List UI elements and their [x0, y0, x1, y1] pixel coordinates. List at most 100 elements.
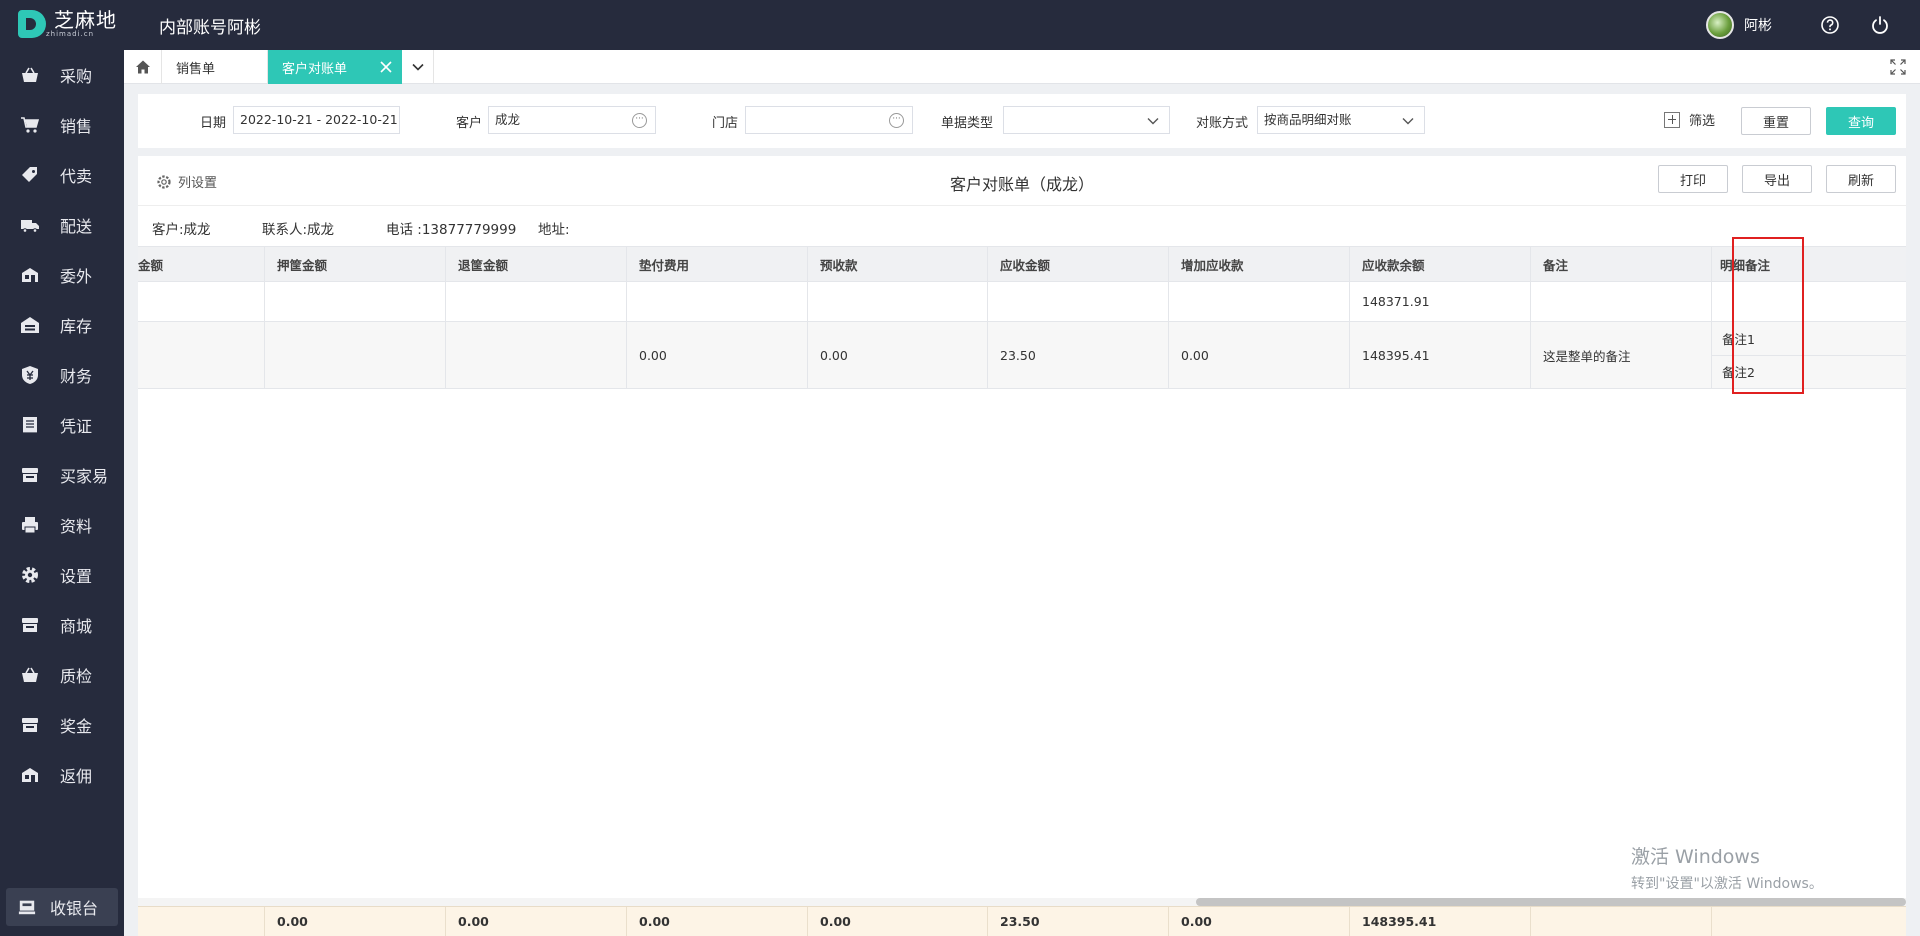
more-icon[interactable]: ··· [632, 113, 647, 128]
cashier-button[interactable]: 收银台 [6, 888, 118, 926]
sidebar-item-label: 配送 [60, 217, 93, 236]
customer-label: 客户 [456, 116, 483, 131]
table-row[interactable]: 0.00 0.00 23.50 0.00 148395.41 这是整单的备注 备… [138, 322, 1906, 389]
refresh-button[interactable]: 刷新 [1826, 165, 1896, 193]
col-receivable[interactable]: 应收金额 [988, 247, 1169, 281]
col-balance[interactable]: 应收款余额 [1350, 247, 1531, 281]
sidebar-item-voucher[interactable]: 凭证 [0, 400, 124, 450]
col-remark[interactable]: 备注 [1531, 247, 1712, 281]
print-button[interactable]: 打印 [1658, 165, 1728, 193]
close-icon[interactable] [378, 59, 394, 75]
sidebar-item-finance[interactable]: 财务 [0, 350, 124, 400]
date-label: 日期 [200, 116, 227, 131]
filter-toggle[interactable]: 筛选 [1664, 110, 1715, 129]
col-prepaid[interactable]: 预收款 [808, 247, 988, 281]
warehouse-icon [21, 317, 39, 333]
recon-label: 对账方式 [1196, 116, 1249, 131]
total-cell: 0.00 [265, 907, 446, 936]
watermark-line2: 转到"设置"以激活 Windows。 [1631, 876, 1823, 892]
total-cell: 23.50 [988, 907, 1169, 936]
reset-button[interactable]: 重置 [1741, 107, 1811, 135]
scrollbar-thumb[interactable] [1196, 898, 1906, 906]
export-button[interactable]: 导出 [1742, 165, 1812, 193]
printer-icon [22, 517, 38, 534]
plus-icon [1664, 111, 1680, 128]
tabs-dropdown[interactable] [402, 50, 434, 84]
chevron-down-icon [1147, 118, 1159, 125]
table-cell [446, 282, 627, 321]
more-icon[interactable]: ··· [889, 113, 904, 128]
power-icon[interactable] [1870, 15, 1890, 35]
tab-customer-statement[interactable]: 客户对账单 [268, 50, 402, 84]
sidebar-item-purchase[interactable]: 采购 [0, 50, 124, 100]
user-name[interactable]: 阿彬 [1744, 15, 1772, 35]
sidebar-item-label: 买家易 [60, 467, 109, 486]
total-cell: 0.00 [446, 907, 627, 936]
table-cell: 0.00 [627, 322, 808, 388]
total-cell: 0.00 [1169, 907, 1350, 936]
app-title: 内部账号阿彬 [159, 18, 261, 38]
col-added-receivable[interactable]: 增加应收款 [1169, 247, 1350, 281]
windows-activation-watermark: 激活 Windows 转到"设置"以激活 Windows。 [1631, 842, 1823, 893]
customer-input[interactable]: 成龙 ··· [488, 106, 656, 134]
sidebar-item-label: 设置 [60, 567, 93, 586]
avatar[interactable] [1706, 11, 1734, 39]
basket-icon [22, 67, 38, 82]
gear-icon [22, 567, 38, 583]
tab-bar: 销售单 客户对账单 [124, 50, 1920, 84]
shop-icon [22, 718, 38, 732]
table-row[interactable]: 148371.91 [138, 282, 1906, 322]
sidebar-item-buyer[interactable]: 买家易 [0, 450, 124, 500]
sidebar-item-inventory[interactable]: 库存 [0, 300, 124, 350]
col-crate-deposit[interactable]: 押筐金额 [265, 247, 446, 281]
col-crate-return[interactable]: 退筐金额 [446, 247, 627, 281]
help-icon[interactable] [1820, 15, 1840, 35]
sidebar-item-quality[interactable]: 质检 [0, 650, 124, 700]
info-phone: 电话 :13877779999 [386, 222, 517, 238]
table-cell [446, 322, 627, 388]
sidebar-item-consign[interactable]: 代卖 [0, 150, 124, 200]
doc-type-select[interactable] [1003, 106, 1170, 134]
store-label: 门店 [712, 116, 739, 131]
col-amount[interactable]: 金额 [126, 247, 265, 281]
chevron-down-icon [411, 63, 424, 71]
total-cell: 0.00 [808, 907, 988, 936]
col-advance-fee[interactable]: 垫付费用 [627, 247, 808, 281]
basket-icon [22, 667, 38, 682]
horizontal-scrollbar[interactable] [138, 898, 1906, 906]
fullscreen-icon[interactable] [1890, 59, 1906, 75]
sidebar-item-label: 库存 [60, 317, 93, 336]
sidebar-item-rebate[interactable]: 返佣 [0, 750, 124, 800]
sidebar-item-settings[interactable]: 设置 [0, 550, 124, 600]
sidebar-item-label: 奖金 [60, 717, 93, 736]
date-range-input[interactable]: 2022-10-21 - 2022-10-21 [233, 106, 400, 134]
store-icon [22, 468, 38, 482]
total-cell [1531, 907, 1712, 936]
doc-type-label: 单据类型 [941, 116, 994, 131]
filter-toggle-label: 筛选 [1689, 114, 1716, 129]
sidebar-item-data[interactable]: 资料 [0, 500, 124, 550]
statement-table: 金额 押筐金额 退筐金额 垫付费用 预收款 应收金额 增加应收款 应收款余额 备… [138, 246, 1906, 389]
sidebar-item-delivery[interactable]: 配送 [0, 200, 124, 250]
home-icon[interactable] [124, 50, 162, 84]
table-cell [988, 282, 1169, 321]
table-cell [126, 322, 265, 388]
logo: 芝麻地 zhimadi.cn [18, 10, 117, 38]
recon-select[interactable]: 按商品明细对账 [1257, 106, 1425, 134]
statement-toolbar: 列设置 客户对账单（成龙） 打印 导出 刷新 [138, 156, 1906, 206]
query-button[interactable]: 查询 [1826, 107, 1896, 135]
tag-icon [22, 167, 37, 182]
sidebar-item-label: 质检 [60, 667, 93, 686]
highlight-box [1732, 237, 1804, 394]
sidebar-item-label: 返佣 [60, 767, 93, 786]
sidebar-item-outsource[interactable]: 委外 [0, 250, 124, 300]
sidebar-item-sales[interactable]: 销售 [0, 100, 124, 150]
sidebar-item-bonus[interactable]: 奖金 [0, 700, 124, 750]
tab-sales-order[interactable]: 销售单 [162, 50, 268, 84]
table-cell: 148395.41 [1350, 322, 1531, 388]
sidebar-item-label: 凭证 [60, 417, 93, 436]
filter-panel: 日期 2022-10-21 - 2022-10-21 客户 成龙 ··· 门店 … [138, 94, 1906, 148]
table-cell [808, 282, 988, 321]
store-input[interactable]: ··· [745, 106, 913, 134]
sidebar-item-mall[interactable]: 商城 [0, 600, 124, 650]
